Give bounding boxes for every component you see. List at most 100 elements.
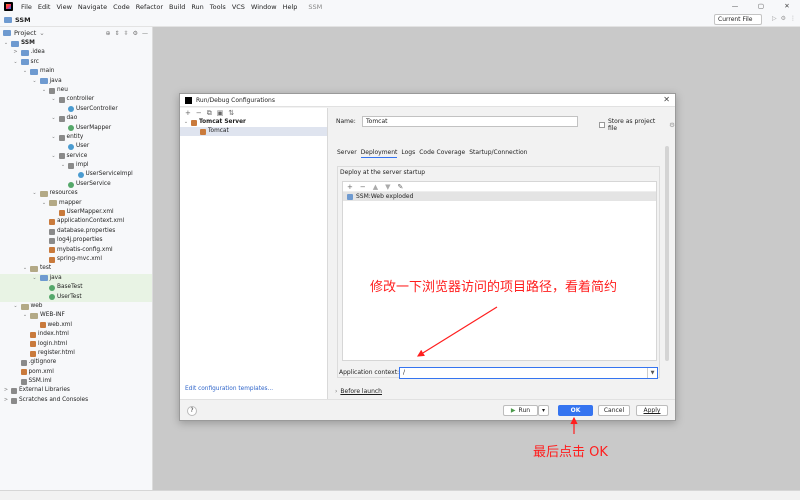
tab-startup-connection[interactable]: Startup/Connection	[469, 148, 527, 158]
tree-item[interactable]: ⌄ test	[0, 264, 152, 273]
tree-item[interactable]: ⌄ WEB-INF	[0, 311, 152, 320]
copy-icon[interactable]: ⧉	[207, 109, 212, 117]
chevron-down-icon[interactable]: ⌄	[13, 58, 19, 67]
run-config-selector[interactable]: Current File	[714, 14, 762, 25]
chevron-down-icon[interactable]: ⌄	[51, 95, 57, 104]
expand-all-icon[interactable]: ⇕	[115, 30, 120, 37]
ok-button[interactable]: OK	[558, 405, 593, 416]
tree-item[interactable]: ⌄ main	[0, 67, 152, 76]
tree-item[interactable]: ⌄ java	[0, 77, 152, 86]
tab-deployment[interactable]: Deployment	[360, 148, 398, 158]
collapse-all-icon[interactable]: ⇳	[124, 30, 129, 37]
more-icon[interactable]: ⋮	[790, 15, 796, 22]
tree-item[interactable]: > External Libraries	[0, 386, 152, 395]
chevron-right-icon[interactable]: >	[3, 386, 9, 395]
tree-item[interactable]: User	[0, 142, 152, 151]
menu-file[interactable]: File	[18, 3, 35, 11]
tree-item[interactable]: .gitignore	[0, 358, 152, 367]
tree-item[interactable]: mybatis-config.xml	[0, 246, 152, 255]
chevron-right-icon[interactable]: >	[13, 48, 19, 57]
hide-icon[interactable]: —	[142, 30, 148, 37]
chevron-right-icon[interactable]: >	[3, 396, 9, 405]
chevron-down-icon[interactable]: ⌄	[3, 39, 9, 48]
chevron-down-icon[interactable]: ⌄	[51, 114, 57, 123]
maximize-icon[interactable]: ▢	[748, 0, 774, 13]
menu-build[interactable]: Build	[166, 3, 188, 11]
config-group-tomcat-server[interactable]: ⌄ Tomcat Server	[180, 118, 327, 127]
project-panel-title[interactable]: Project	[14, 29, 36, 37]
chevron-down-icon[interactable]: ⌄	[41, 86, 47, 95]
menu-edit[interactable]: Edit	[35, 3, 54, 11]
sort-icon[interactable]: ⇅	[228, 109, 234, 117]
chevron-down-icon[interactable]: ⌄	[22, 264, 28, 273]
chevron-down-icon[interactable]: ⌄	[13, 302, 19, 311]
tree-item[interactable]: pom.xml	[0, 368, 152, 377]
apply-button[interactable]: Apply	[636, 405, 668, 416]
menu-code[interactable]: Code	[110, 3, 133, 11]
help-button[interactable]: ?	[187, 406, 197, 416]
menu-refactor[interactable]: Refactor	[133, 3, 166, 11]
chevron-down-icon[interactable]: ⌄	[51, 152, 57, 161]
move-up-icon[interactable]: ▲	[373, 183, 378, 191]
chevron-down-icon[interactable]: ⌄	[51, 133, 57, 142]
tree-item[interactable]: web.xml	[0, 321, 152, 330]
tree-item[interactable]: UserController	[0, 105, 152, 114]
chevron-down-icon[interactable]: ⌄	[60, 161, 66, 170]
chevron-down-icon[interactable]: ⌄	[32, 189, 38, 198]
menu-view[interactable]: View	[53, 3, 74, 11]
tree-item[interactable]: SSM.iml	[0, 377, 152, 386]
tree-item[interactable]: database.properties	[0, 227, 152, 236]
tree-item[interactable]: ⌄ service	[0, 152, 152, 161]
tree-item[interactable]: ⌄ src	[0, 58, 152, 67]
tree-item[interactable]: BaseTest	[0, 283, 152, 293]
debug-icon[interactable]: ⚙	[781, 15, 786, 22]
minimize-icon[interactable]: —	[722, 0, 748, 13]
menu-run[interactable]: Run	[188, 3, 206, 11]
settings-icon[interactable]: ⚙	[669, 121, 675, 129]
tree-item[interactable]: ⌄ mapper	[0, 199, 152, 208]
chevron-down-icon[interactable]: ⌄	[39, 29, 44, 37]
locate-icon[interactable]: ⊕	[106, 30, 111, 37]
tree-item[interactable]: UserMapper.xml	[0, 208, 152, 217]
run-dropdown-button[interactable]: ▾	[538, 405, 549, 416]
close-icon[interactable]: ✕	[663, 95, 670, 104]
save-icon[interactable]: ▣	[217, 109, 224, 117]
tree-item[interactable]: UserServiceImpl	[0, 170, 152, 179]
add-icon[interactable]: +	[347, 183, 353, 191]
tree-item[interactable]: > Scratches and Consoles	[0, 396, 152, 405]
tree-item[interactable]: spring-mvc.xml	[0, 255, 152, 264]
tree-item[interactable]: ⌄ web	[0, 302, 152, 311]
tree-item[interactable]: ⌄ SSM	[0, 39, 152, 48]
project-widget[interactable]: SSM	[4, 16, 31, 24]
chevron-down-icon[interactable]: ⌄	[32, 77, 38, 86]
scrollbar[interactable]	[665, 146, 669, 361]
menu-window[interactable]: Window	[248, 3, 280, 11]
tree-item[interactable]: UserService	[0, 180, 152, 189]
tree-item[interactable]: applicationContext.xml	[0, 217, 152, 226]
config-item-tomcat[interactable]: Tomcat	[180, 127, 327, 136]
menu-tools[interactable]: Tools	[207, 3, 229, 11]
store-as-project-file[interactable]: Store as project file ⚙	[599, 118, 675, 132]
tree-item[interactable]: ⌄ dao	[0, 114, 152, 123]
tab-server[interactable]: Server	[337, 148, 357, 158]
tree-item[interactable]: index.html	[0, 330, 152, 339]
tree-item[interactable]: ⌄ entity	[0, 133, 152, 142]
tree-item[interactable]: UserTest	[0, 292, 152, 302]
remove-icon[interactable]: −	[360, 183, 366, 191]
chevron-down-icon[interactable]: ▼	[647, 368, 657, 378]
tab-code-coverage[interactable]: Code Coverage	[419, 148, 465, 158]
tree-item[interactable]: ⌄ impl	[0, 161, 152, 170]
menu-navigate[interactable]: Navigate	[75, 3, 110, 11]
menu-help[interactable]: Help	[280, 3, 301, 11]
tree-item[interactable]: > .idea	[0, 48, 152, 57]
menu-vcs[interactable]: VCS	[229, 3, 248, 11]
add-icon[interactable]: +	[185, 109, 191, 117]
tree-item[interactable]: log4j.properties	[0, 236, 152, 245]
cancel-button[interactable]: Cancel	[598, 405, 630, 416]
tree-item[interactable]: login.html	[0, 340, 152, 349]
checkbox[interactable]	[599, 122, 605, 128]
name-input[interactable]: Tomcat	[362, 116, 578, 127]
before-launch-section[interactable]: › Before launch	[335, 388, 382, 395]
edit-templates-link[interactable]: Edit configuration templates...	[185, 386, 273, 392]
tree-item[interactable]: ⌄ neu	[0, 86, 152, 95]
